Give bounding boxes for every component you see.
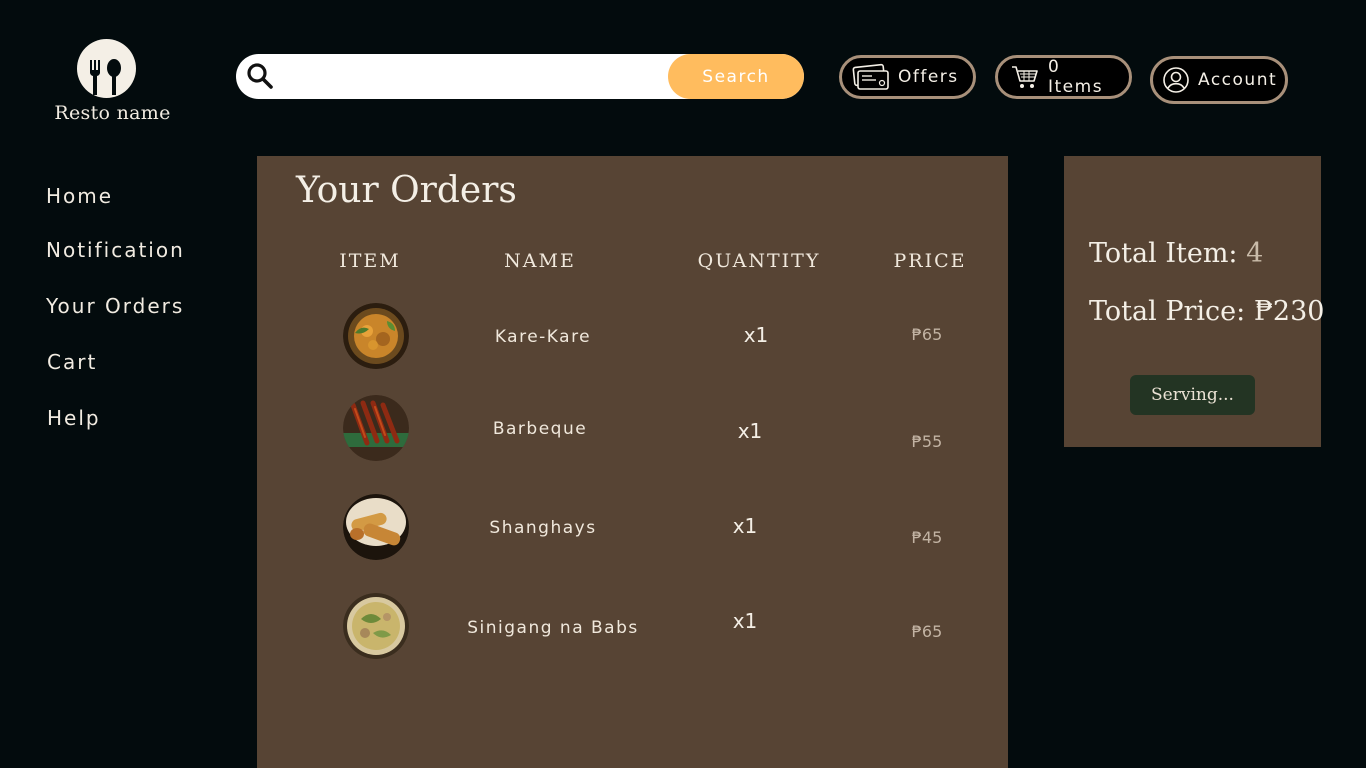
food-image-sinigang xyxy=(343,593,409,659)
cart-icon xyxy=(1012,66,1038,88)
food-image-kare-kare xyxy=(343,303,409,369)
total-items-value: 4 xyxy=(1246,238,1264,269)
logo[interactable] xyxy=(77,39,136,98)
total-price: Total Price: ₱230 xyxy=(1089,296,1324,327)
user-icon xyxy=(1163,67,1189,93)
sidebar-item-notification[interactable]: Notification xyxy=(46,238,185,262)
order-name-1: Kare-Kare xyxy=(494,327,592,347)
sidebar-item-home[interactable]: Home xyxy=(46,184,113,208)
order-quantity-4: x1 xyxy=(732,609,758,633)
column-header-quantity: QUANTITY xyxy=(697,250,821,272)
account-label: Account xyxy=(1198,70,1278,90)
search-input[interactable] xyxy=(284,56,668,99)
offers-label: Offers xyxy=(898,67,959,87)
order-price-3: ₱45 xyxy=(911,528,943,547)
cart-label: 0 Items xyxy=(1048,57,1104,97)
sidebar-item-cart[interactable]: Cart xyxy=(47,350,97,374)
food-image-barbeque xyxy=(343,395,409,461)
order-name-4: Sinigang na Babs xyxy=(467,618,639,638)
fork-spoon-icon xyxy=(90,59,121,95)
order-quantity-2: x1 xyxy=(737,419,763,443)
column-header-item: ITEM xyxy=(339,250,401,272)
search-button[interactable]: Search xyxy=(668,54,804,99)
page-title: Your Orders xyxy=(296,170,517,211)
total-price-label: Total Price: xyxy=(1089,296,1246,327)
total-items: Total Item: 4 xyxy=(1089,238,1263,269)
offers-button[interactable]: Offers xyxy=(839,55,976,99)
order-name-2: Barbeque xyxy=(492,419,588,439)
total-items-label: Total Item: xyxy=(1089,238,1238,269)
order-name-3: Shanghays xyxy=(489,518,597,538)
total-price-value: ₱230 xyxy=(1253,296,1325,327)
orders-panel xyxy=(257,156,1008,768)
search-icon xyxy=(247,63,273,89)
order-quantity-1: x1 xyxy=(743,323,769,347)
order-quantity-3: x1 xyxy=(732,514,758,538)
column-header-price: PRICE xyxy=(893,250,967,272)
ticket-icon xyxy=(852,63,889,90)
order-price-4: ₱65 xyxy=(911,622,943,641)
status-badge: Serving... xyxy=(1130,375,1255,415)
food-image-shanghays xyxy=(343,494,409,560)
order-price-1: ₱65 xyxy=(911,325,943,344)
order-price-2: ₱55 xyxy=(911,432,943,451)
sidebar-item-help[interactable]: Help xyxy=(47,406,101,430)
column-header-name: NAME xyxy=(504,250,576,272)
cart-button[interactable]: 0 Items xyxy=(995,55,1132,99)
account-button[interactable]: Account xyxy=(1150,56,1288,104)
sidebar-item-your-orders[interactable]: Your Orders xyxy=(46,294,184,318)
brand-name: Resto name xyxy=(54,102,171,124)
